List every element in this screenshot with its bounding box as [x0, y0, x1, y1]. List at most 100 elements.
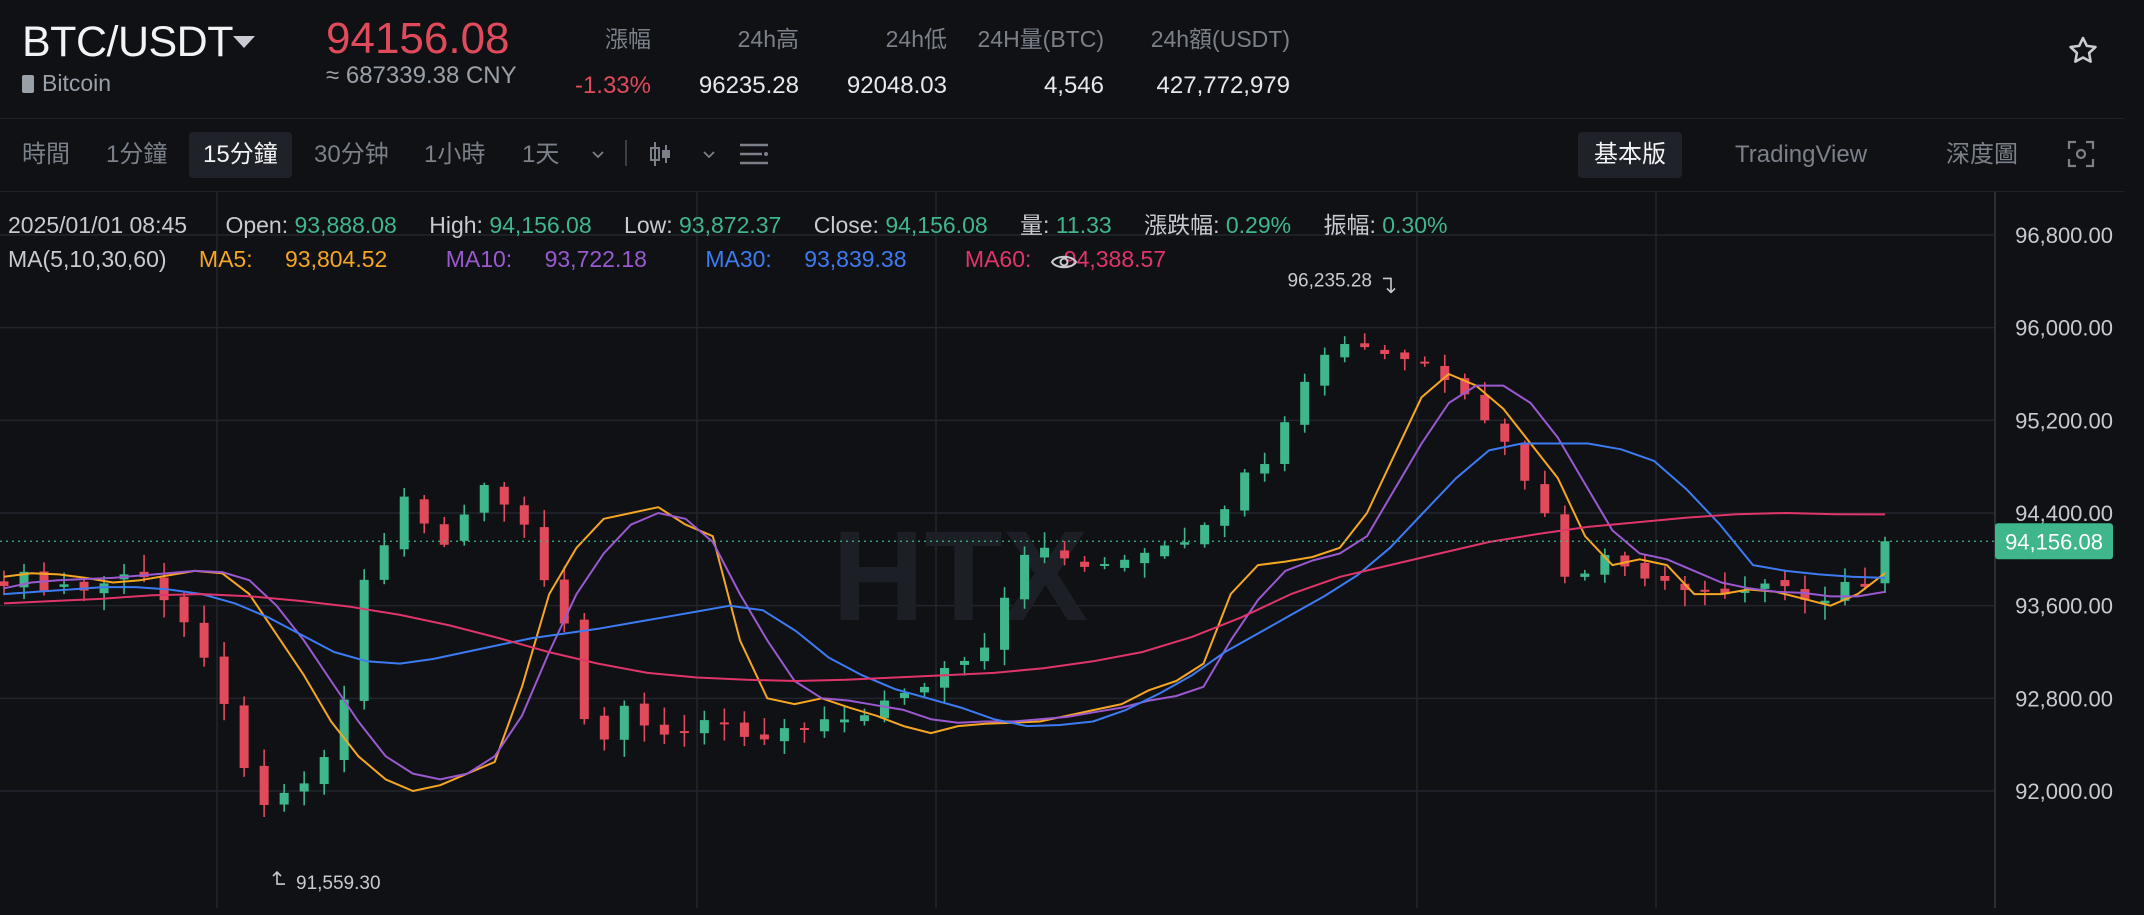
candle-type-icon[interactable]: [648, 139, 672, 169]
stat-value: -1.33%: [574, 72, 651, 99]
candle-body: [1300, 381, 1310, 425]
y-tick-label: 94,400.00: [2015, 501, 2113, 526]
candle-body: [980, 647, 990, 662]
low-marker-label: 91,559.30: [296, 873, 381, 894]
ma5-legend: MA5: 93,804.52: [199, 246, 413, 272]
interval-1d[interactable]: 1天: [522, 138, 559, 172]
candle-body: [1260, 464, 1270, 474]
close-value: 94,156.08: [885, 212, 988, 238]
candle-body: [1560, 514, 1570, 577]
candle-body: [919, 686, 929, 693]
candle-body: [319, 757, 329, 785]
stat-value: 427,772,979: [1156, 72, 1290, 99]
interval-time[interactable]: 時間: [22, 138, 70, 172]
candle-body: [599, 715, 609, 740]
candle-body: [399, 496, 409, 550]
stat-24h-amount: 24h額(USDT) 427,772,979: [1151, 20, 1290, 100]
ma60-legend: MA60: 94,388.57: [965, 246, 1192, 272]
coin-name: Bitcoin: [22, 70, 111, 97]
high-value: 94,156.08: [489, 212, 592, 238]
candle-body: [819, 719, 829, 732]
chart-toolbar: 時間 1分鐘 15分鐘 30分钟 1小時 1天 基本版 TradingView …: [0, 119, 2124, 192]
candle-body: [1480, 394, 1490, 421]
view-basic[interactable]: 基本版: [1578, 132, 1682, 178]
candle-body: [1280, 422, 1290, 464]
candle-body: [839, 719, 849, 723]
candle-body: [879, 700, 889, 719]
change-label: 漲跌幅:: [1144, 212, 1220, 238]
candle-body: [1580, 573, 1590, 577]
low-marker-arrow: [272, 870, 285, 885]
stat-label: 漲幅: [605, 26, 651, 52]
y-tick-label: 95,200.00: [2015, 408, 2113, 433]
candle-body: [519, 505, 529, 525]
open-value: 93,888.08: [294, 212, 397, 238]
ohlc-legend: 2025/01/01 08:45 Open: 93,888.08 High: 9…: [8, 206, 1473, 240]
y-tick-label: 96,000.00: [2015, 316, 2113, 341]
stat-label: 24h額(USDT): [1150, 26, 1290, 52]
high-label: High:: [429, 212, 483, 238]
candle-body: [1420, 361, 1430, 364]
pair-selector[interactable]: BTC/USDT: [22, 18, 234, 67]
candle-body: [1180, 542, 1190, 545]
candle-body: [799, 727, 809, 730]
current-price-label: 94,156.08: [2005, 529, 2103, 554]
interval-1h[interactable]: 1小時: [424, 138, 485, 172]
open-label: Open:: [225, 212, 289, 238]
chart-area[interactable]: HTX 96,800.00 96,000.00 95,200.00 94,400.00…: [0, 192, 2124, 910]
view-depth[interactable]: 深度圖: [1946, 138, 2018, 172]
candle-body: [1700, 589, 1710, 592]
fullscreen-icon[interactable]: [2066, 139, 2096, 169]
candle-body: [719, 722, 729, 725]
ma10-legend: MA10: 93,722.18: [446, 246, 673, 272]
candle-body: [699, 720, 709, 734]
chevron-down-icon[interactable]: [701, 146, 717, 162]
stat-24h-volume: 24H量(BTC) 4,546: [977, 20, 1104, 100]
high-marker-arrow: [1383, 277, 1396, 294]
candle-body: [239, 705, 249, 768]
star-outline-icon[interactable]: [2066, 34, 2100, 68]
candle-body: [199, 622, 209, 658]
chevron-down-icon[interactable]: [233, 36, 255, 48]
close-label: Close:: [813, 212, 879, 238]
view-tradingview[interactable]: TradingView: [1735, 138, 1867, 172]
candle-body: [1380, 349, 1390, 355]
amplitude-label: 振幅:: [1323, 212, 1376, 238]
watermark: HTX: [832, 505, 1088, 648]
low-value: 93,872.37: [679, 212, 782, 238]
candle-body: [1040, 547, 1050, 558]
price-chart[interactable]: HTX 96,800.00 96,000.00 95,200.00 94,400.00…: [0, 192, 2124, 910]
candle-body: [659, 724, 669, 735]
candle-body: [1120, 559, 1130, 568]
ma5-value: 93,804.52: [285, 246, 388, 272]
stat-value: 96235.28: [698, 72, 799, 99]
interval-1m[interactable]: 1分鐘: [106, 138, 167, 172]
ma30-value: 93,839.38: [804, 246, 907, 272]
candle-body: [539, 527, 549, 581]
ma30-label: MA30:: [705, 246, 772, 272]
indicator-settings-icon[interactable]: [738, 139, 770, 169]
candle-body: [679, 731, 689, 734]
ma5-label: MA5:: [198, 246, 253, 272]
candle-body: [0, 581, 9, 586]
candle-body: [59, 584, 69, 587]
candle-body: [459, 514, 469, 541]
interval-30m[interactable]: 30分钟: [314, 138, 389, 172]
y-tick-label: 96,800.00: [2015, 223, 2113, 248]
eye-icon[interactable]: [1050, 250, 1078, 274]
candle-body: [739, 722, 749, 737]
candle-body: [779, 728, 789, 742]
candle-body: [960, 660, 970, 665]
candle-body: [279, 792, 289, 805]
candle-body: [299, 783, 309, 792]
candle-body: [759, 734, 769, 740]
volume-label: 量:: [1020, 212, 1050, 238]
candle-body: [1660, 575, 1670, 581]
interval-15m[interactable]: 15分鐘: [189, 132, 292, 178]
chevron-down-icon[interactable]: [590, 146, 606, 162]
ma10-value: 93,722.18: [544, 246, 647, 272]
coin-name-text: Bitcoin: [42, 70, 112, 96]
change-value: 0.29%: [1225, 212, 1292, 238]
candle-body: [1100, 564, 1110, 567]
ticker-header: BTC/USDT Bitcoin 94156.08 ≈ 687339.38 CN…: [0, 0, 2124, 119]
